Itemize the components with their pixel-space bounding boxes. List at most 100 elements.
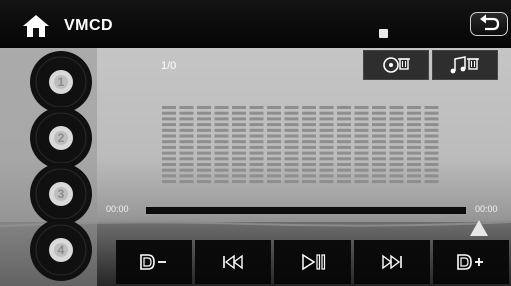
spectrum-segment xyxy=(197,134,211,138)
spectrum-segment xyxy=(354,168,369,172)
previous-track-button[interactable] xyxy=(195,240,272,284)
spectrum-segment xyxy=(249,151,264,155)
spectrum-segment xyxy=(249,117,264,121)
spectrum-segment xyxy=(267,151,281,155)
spectrum-segment xyxy=(302,168,316,172)
spectrum-segment xyxy=(372,123,386,127)
delete-disc-button[interactable] xyxy=(363,50,429,80)
spectrum-segment xyxy=(179,140,194,144)
music-delete-icon xyxy=(450,56,479,74)
spectrum-segment xyxy=(179,123,194,127)
spectrum-segment xyxy=(424,180,439,184)
spectrum-segment xyxy=(214,106,229,109)
spectrum-segment xyxy=(424,106,439,109)
play-pause-button[interactable] xyxy=(274,240,351,284)
spectrum-segment xyxy=(162,163,176,166)
spectrum-segment xyxy=(197,168,211,172)
spectrum-segment xyxy=(389,163,404,166)
spectrum-segment xyxy=(197,180,211,184)
spectrum-segment xyxy=(302,145,316,149)
spectrum-segment xyxy=(407,111,421,115)
spectrum-segment xyxy=(389,123,404,127)
back-arrow-icon xyxy=(480,14,500,31)
spectrum-segment xyxy=(232,117,246,121)
spectrum-segment xyxy=(197,106,211,109)
spectrum-segment xyxy=(389,106,404,109)
spectrum-segment xyxy=(337,106,351,109)
spectrum-segment xyxy=(197,117,211,121)
spectrum-segment xyxy=(232,151,246,155)
spectrum-segment xyxy=(284,157,299,161)
spectrum-segment xyxy=(162,128,176,132)
disc-label: 1 xyxy=(57,75,65,89)
status-indicator xyxy=(379,29,388,38)
spectrum-segment xyxy=(337,140,351,144)
spectrum-segment xyxy=(337,168,351,172)
spectrum-segment xyxy=(337,163,351,166)
spectrum-segment xyxy=(284,174,299,178)
spectrum-segment xyxy=(389,180,404,184)
spectrum-segment xyxy=(267,180,281,184)
spectrum-segment xyxy=(407,140,421,144)
spectrum-segment xyxy=(302,117,316,121)
spectrum-segment xyxy=(197,151,211,155)
spectrum-segment xyxy=(319,134,334,138)
spectrum-segment xyxy=(337,145,351,149)
spectrum-segment xyxy=(319,123,334,127)
spectrum-segment xyxy=(214,123,229,127)
spectrum-segment xyxy=(162,134,176,138)
spectrum-segment xyxy=(232,168,246,172)
spectrum-segment xyxy=(197,174,211,178)
spectrum-segment xyxy=(267,157,281,161)
spectrum-segment xyxy=(162,117,176,121)
spectrum-segment xyxy=(214,140,229,144)
spectrum-segment xyxy=(389,174,404,178)
spectrum-segment xyxy=(267,117,281,121)
spectrum-segment xyxy=(214,134,229,138)
spectrum-segment xyxy=(267,123,281,127)
spectrum-segment xyxy=(197,111,211,115)
spectrum-segment xyxy=(162,111,176,115)
spectrum-segment xyxy=(249,174,264,178)
spectrum-segment xyxy=(197,123,211,127)
spectrum-segment xyxy=(214,128,229,132)
spectrum-segment xyxy=(424,174,439,178)
disc-slot-2[interactable]: 2 xyxy=(29,106,93,170)
spectrum-segment xyxy=(179,157,194,161)
spectrum-segment xyxy=(372,180,386,184)
spectrum-segment xyxy=(337,180,351,184)
next-track-button[interactable] xyxy=(353,240,430,284)
back-button[interactable] xyxy=(470,12,508,36)
spectrum-segment xyxy=(179,163,194,166)
spectrum-segment xyxy=(267,111,281,115)
spectrum-segment xyxy=(354,117,369,121)
spectrum-segment xyxy=(372,140,386,144)
progress-bar[interactable] xyxy=(146,207,466,214)
spectrum-segment xyxy=(319,111,334,115)
delete-track-button[interactable] xyxy=(432,50,498,80)
disc-next-button[interactable] xyxy=(432,240,510,284)
spectrum-segment xyxy=(197,145,211,149)
spectrum-segment xyxy=(407,145,421,149)
spectrum-segment xyxy=(354,174,369,178)
spectrum-segment xyxy=(179,151,194,155)
spectrum-segment xyxy=(284,123,299,127)
spectrum-segment xyxy=(319,180,334,184)
spectrum-segment xyxy=(179,145,194,149)
home-button[interactable] xyxy=(22,13,50,39)
spectrum-segment xyxy=(267,145,281,149)
spectrum-segment xyxy=(249,123,264,127)
spectrum-segment xyxy=(249,180,264,184)
elapsed-time: 00:00 xyxy=(106,204,129,214)
spectrum-segment xyxy=(162,174,176,178)
spectrum-segment xyxy=(389,140,404,144)
spectrum-segment xyxy=(354,128,369,132)
spectrum-segment xyxy=(214,180,229,184)
spectrum-segment xyxy=(197,128,211,132)
spectrum-segment xyxy=(372,163,386,166)
spectrum-segment xyxy=(372,134,386,138)
disc-prev-button[interactable] xyxy=(116,240,193,284)
disc-slot-1[interactable]: 1 xyxy=(29,50,93,114)
disc-slot-3[interactable]: 3 xyxy=(29,162,93,226)
disc-slot-4[interactable]: 4 xyxy=(29,218,93,282)
